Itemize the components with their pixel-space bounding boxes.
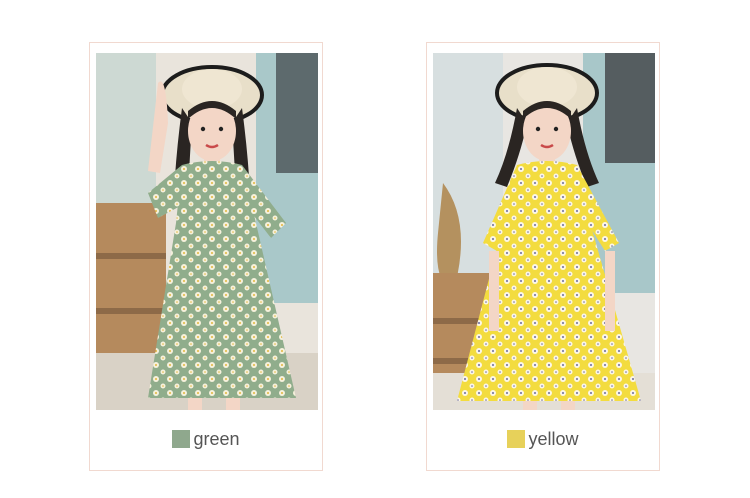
product-card-green[interactable]: green [89, 42, 323, 471]
yellow-swatch-icon [507, 430, 526, 448]
product-card-yellow[interactable]: yellow [426, 42, 660, 471]
dress-photo-icon [433, 53, 655, 410]
color-option-green[interactable]: green [90, 428, 322, 450]
green-swatch-icon [172, 430, 191, 448]
product-photo-green[interactable] [96, 53, 318, 410]
dress-photo-icon [96, 53, 318, 410]
product-photo-yellow[interactable] [433, 53, 655, 410]
color-label: yellow [528, 429, 579, 449]
color-label: green [193, 429, 240, 449]
color-option-yellow[interactable]: yellow [427, 428, 659, 450]
